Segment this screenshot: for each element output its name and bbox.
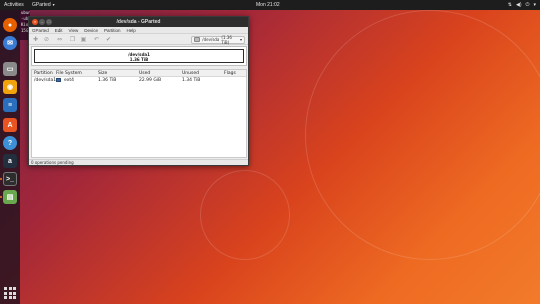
menu-view[interactable]: View xyxy=(69,28,79,33)
disk-map: /dev/sda1 1.36 TiB xyxy=(31,46,247,66)
paste-icon[interactable]: ▣ xyxy=(80,36,87,43)
column-header-flags[interactable]: Flags xyxy=(224,70,236,77)
copy-icon[interactable]: ❐ xyxy=(69,36,76,43)
chevron-down-icon: ▾ xyxy=(239,37,242,42)
window-titlebar[interactable]: × – □ /dev/sda - GParted xyxy=(29,17,248,27)
gparted-icon[interactable]: ▤ xyxy=(3,190,17,204)
wallpaper-circle xyxy=(305,10,540,260)
chevron-down-icon: ▾ xyxy=(52,2,55,7)
cell-size: 1.36 TiB xyxy=(98,78,117,83)
hard-disk-icon xyxy=(194,37,201,42)
app-menu-label: GParted xyxy=(32,2,51,8)
apply-icon[interactable]: ✔ xyxy=(105,36,112,43)
device-name: /dev/sda xyxy=(202,37,220,42)
files-icon[interactable]: ▭ xyxy=(3,62,17,76)
system-tray[interactable]: ⇅ ◀) ⏻ ▾ xyxy=(508,0,536,10)
top-bar: Activities GParted ▾ Mon 21:02 ⇅ ◀) ⏻ ▾ xyxy=(0,0,540,10)
menu-bar: GParted Edit View Device Partition Help xyxy=(29,27,248,34)
clock[interactable]: Mon 21:02 xyxy=(256,0,280,10)
cell-filesystem: ext4 xyxy=(56,77,74,84)
resize-move-icon[interactable]: ⇔ xyxy=(56,36,63,43)
device-selector[interactable]: /dev/sda (1.36 TiB) ▾ xyxy=(191,34,245,45)
ubuntu-software-icon[interactable]: A xyxy=(3,118,17,132)
filesystem-label: ext4 xyxy=(64,78,74,83)
toolbar: ✚ ⊘ ⇔ ❐ ▣ ↶ ✔ /dev/sda (1.36 TiB) ▾ xyxy=(29,34,248,45)
show-applications-icon[interactable] xyxy=(4,287,16,299)
column-header-used[interactable]: Used xyxy=(139,70,150,77)
filesystem-color-swatch xyxy=(56,77,61,82)
wallpaper-circle xyxy=(200,170,290,260)
volume-icon: ◀) xyxy=(516,2,522,8)
undo-icon[interactable]: ↶ xyxy=(93,36,100,43)
app-menu[interactable]: GParted ▾ xyxy=(32,0,55,10)
menu-help[interactable]: Help xyxy=(127,28,136,33)
new-partition-icon[interactable]: ✚ xyxy=(32,36,39,43)
device-size: (1.36 TiB) xyxy=(221,34,232,45)
partition-table: Partition File System Size Used Unused F… xyxy=(31,69,247,158)
table-header: Partition File System Size Used Unused F… xyxy=(32,70,246,77)
running-indicator xyxy=(0,196,2,198)
cell-partition: /dev/sda1 xyxy=(34,78,57,83)
window-title: /dev/sda - GParted xyxy=(116,19,161,25)
chevron-down-icon: ▾ xyxy=(533,2,536,8)
menu-edit[interactable]: Edit xyxy=(55,28,63,33)
menu-gparted[interactable]: GParted xyxy=(32,28,49,33)
menu-partition[interactable]: Partition xyxy=(104,28,121,33)
network-icon: ⇅ xyxy=(507,2,512,8)
column-header-size[interactable]: Size xyxy=(98,70,107,77)
terminal-icon[interactable]: >_ xyxy=(3,172,17,186)
amazon-icon[interactable]: a xyxy=(3,154,17,168)
running-indicator xyxy=(0,178,2,180)
cell-used: 22.99 GiB xyxy=(139,78,162,83)
column-header-partition[interactable]: Partition xyxy=(34,70,53,77)
libreoffice-writer-icon[interactable]: ≡ xyxy=(3,98,17,112)
partition-block[interactable]: /dev/sda1 1.36 TiB xyxy=(34,49,244,63)
table-row[interactable]: /dev/sda1 ext4 1.36 TiB 22.99 GiB 1.34 T… xyxy=(32,77,246,84)
help-icon[interactable]: ? xyxy=(3,136,17,150)
menu-device[interactable]: Device xyxy=(84,28,98,33)
power-icon: ⏻ xyxy=(525,2,530,8)
column-header-unused[interactable]: Unused xyxy=(182,70,199,77)
status-bar: 0 operations pending xyxy=(29,159,248,165)
column-header-filesystem[interactable]: File System xyxy=(56,70,82,77)
cell-unused: 1.34 TiB xyxy=(182,78,201,83)
dock: ● ✉ ▭ ◉ ≡ A ? a >_ ▤ xyxy=(0,10,20,304)
gparted-window: × – □ /dev/sda - GParted GParted Edit Vi… xyxy=(28,16,249,166)
activities-button[interactable]: Activities xyxy=(4,0,24,10)
rhythmbox-icon[interactable]: ◉ xyxy=(3,80,17,94)
thunderbird-icon[interactable]: ✉ xyxy=(3,36,17,50)
partition-block-size: 1.36 TiB xyxy=(129,57,149,62)
firefox-icon[interactable]: ● xyxy=(3,18,17,32)
delete-partition-icon[interactable]: ⊘ xyxy=(43,36,50,43)
